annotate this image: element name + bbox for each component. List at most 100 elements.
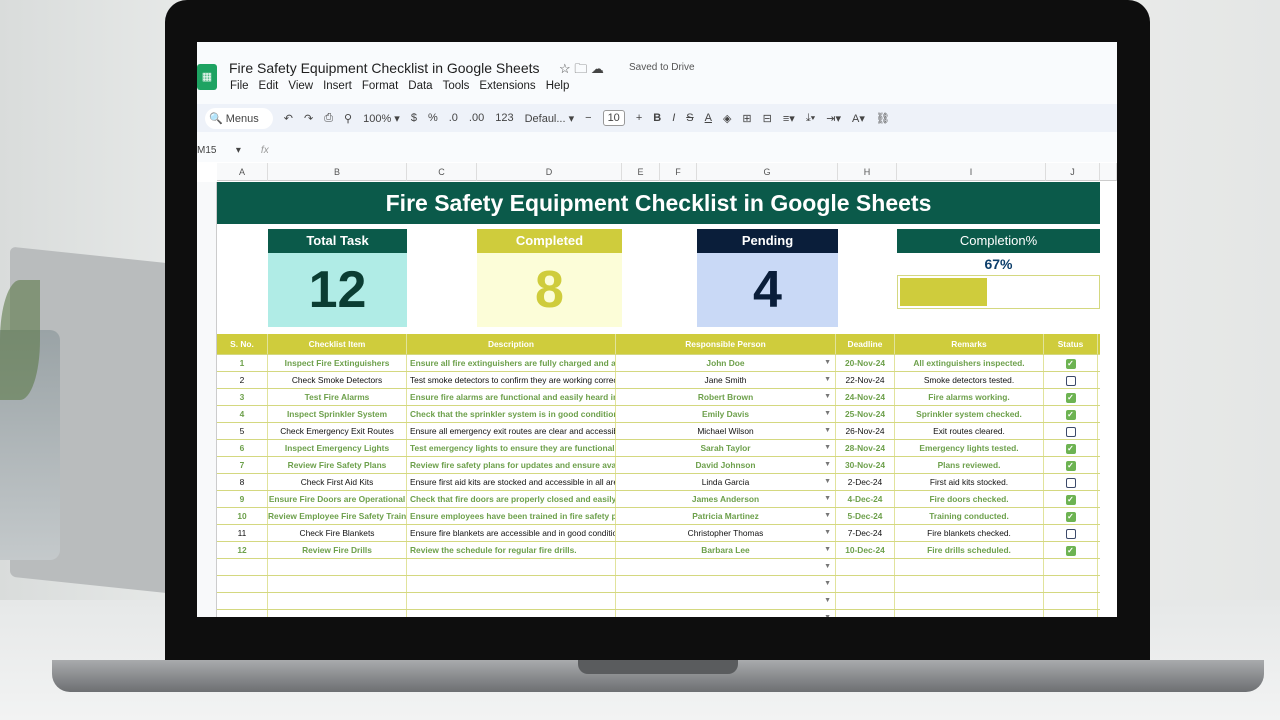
fill-color-icon[interactable]: ◈ bbox=[723, 112, 731, 125]
move-folder-icon[interactable]: 🗀 bbox=[574, 61, 587, 76]
bold-icon[interactable]: B bbox=[653, 112, 661, 124]
status-checkbox[interactable]: ✓ bbox=[1065, 511, 1076, 522]
empty-cell[interactable] bbox=[217, 559, 268, 575]
empty-cell[interactable] bbox=[1044, 610, 1098, 617]
zoom-select[interactable]: 100% ▾ bbox=[363, 112, 400, 125]
print-icon[interactable]: ⎙ bbox=[324, 112, 333, 125]
responsible-person-dropdown[interactable]: John Doe ▼ bbox=[616, 355, 836, 371]
empty-cell[interactable] bbox=[836, 576, 895, 592]
font-select[interactable]: Defaul... ▾ bbox=[525, 112, 575, 125]
column-header[interactable]: E bbox=[622, 163, 660, 181]
responsible-person-dropdown[interactable]: Sarah Taylor ▼ bbox=[616, 440, 836, 456]
text-color-icon[interactable]: A bbox=[705, 112, 712, 124]
dropdown-arrow-icon[interactable]: ▼ bbox=[824, 559, 831, 575]
empty-cell[interactable] bbox=[895, 610, 1044, 617]
borders-icon[interactable]: ⊞ bbox=[742, 112, 751, 125]
status-checkbox[interactable]: ✓ bbox=[1065, 358, 1076, 369]
menu-view[interactable]: View bbox=[288, 80, 313, 92]
name-box[interactable]: M15 ▾ bbox=[197, 145, 241, 156]
empty-cell[interactable]: ▼ bbox=[616, 593, 836, 609]
column-header[interactable]: D bbox=[477, 163, 622, 181]
increase-decimal-button[interactable]: .00 bbox=[469, 112, 484, 124]
responsible-person-dropdown[interactable]: James Anderson ▼ bbox=[616, 491, 836, 507]
dropdown-arrow-icon[interactable]: ▼ bbox=[824, 457, 831, 473]
column-header[interactable]: G bbox=[697, 163, 838, 181]
empty-cell[interactable] bbox=[268, 559, 407, 575]
status-checkbox[interactable] bbox=[1065, 375, 1076, 386]
status-checkbox[interactable]: ✓ bbox=[1065, 460, 1076, 471]
empty-cell[interactable] bbox=[217, 576, 268, 592]
rotate-icon[interactable]: A▾ bbox=[852, 112, 865, 125]
dropdown-arrow-icon[interactable]: ▼ bbox=[824, 372, 831, 388]
currency-button[interactable]: $ bbox=[411, 112, 417, 124]
percent-button[interactable]: % bbox=[428, 112, 438, 124]
menu-extensions[interactable]: Extensions bbox=[479, 80, 535, 92]
status-checkbox[interactable]: ✓ bbox=[1065, 409, 1076, 420]
status-checkbox[interactable]: ✓ bbox=[1065, 443, 1076, 454]
sheets-logo-icon[interactable]: ▦ bbox=[197, 64, 217, 90]
number-format-button[interactable]: 123 bbox=[495, 112, 513, 124]
empty-cell[interactable] bbox=[895, 593, 1044, 609]
dropdown-arrow-icon[interactable]: ▼ bbox=[824, 593, 831, 609]
decrease-decimal-button[interactable]: .0 bbox=[449, 112, 458, 124]
status-checkbox[interactable]: ✓ bbox=[1065, 545, 1076, 556]
strikethrough-icon[interactable]: S bbox=[686, 112, 693, 124]
star-icon[interactable]: ☆ bbox=[559, 61, 571, 76]
empty-cell[interactable] bbox=[836, 559, 895, 575]
responsible-person-dropdown[interactable]: Patricia Martinez ▼ bbox=[616, 508, 836, 524]
empty-cell[interactable] bbox=[895, 576, 1044, 592]
dropdown-arrow-icon[interactable]: ▼ bbox=[824, 508, 831, 524]
empty-cell[interactable] bbox=[895, 559, 1044, 575]
empty-cell[interactable] bbox=[407, 576, 616, 592]
empty-cell[interactable] bbox=[217, 610, 268, 617]
menu-edit[interactable]: Edit bbox=[259, 80, 279, 92]
column-header[interactable]: F bbox=[660, 163, 697, 181]
responsible-person-dropdown[interactable]: Emily Davis ▼ bbox=[616, 406, 836, 422]
valign-icon[interactable]: ⤓▾ bbox=[806, 112, 815, 125]
empty-cell[interactable] bbox=[407, 593, 616, 609]
dropdown-arrow-icon[interactable]: ▼ bbox=[824, 491, 831, 507]
menu-help[interactable]: Help bbox=[546, 80, 570, 92]
status-checkbox[interactable] bbox=[1065, 426, 1076, 437]
column-header[interactable]: C bbox=[407, 163, 477, 181]
empty-cell[interactable] bbox=[268, 610, 407, 617]
menu-format[interactable]: Format bbox=[362, 80, 398, 92]
column-header[interactable] bbox=[1100, 163, 1117, 181]
responsible-person-dropdown[interactable]: David Johnson ▼ bbox=[616, 457, 836, 473]
menu-data[interactable]: Data bbox=[408, 80, 432, 92]
paint-format-icon[interactable]: ⚲ bbox=[344, 112, 352, 125]
redo-icon[interactable]: ↷ bbox=[304, 112, 313, 125]
responsible-person-dropdown[interactable]: Linda Garcia ▼ bbox=[616, 474, 836, 490]
menu-tools[interactable]: Tools bbox=[443, 80, 470, 92]
font-size-decrease[interactable]: − bbox=[585, 112, 591, 124]
document-title[interactable]: Fire Safety Equipment Checklist in Googl… bbox=[229, 60, 540, 76]
responsible-person-dropdown[interactable]: Michael Wilson ▼ bbox=[616, 423, 836, 439]
empty-cell[interactable] bbox=[407, 559, 616, 575]
responsible-person-dropdown[interactable]: Christopher Thomas ▼ bbox=[616, 525, 836, 541]
responsible-person-dropdown[interactable]: Jane Smith ▼ bbox=[616, 372, 836, 388]
dropdown-arrow-icon[interactable]: ▼ bbox=[824, 355, 831, 371]
dropdown-arrow-icon[interactable]: ▼ bbox=[824, 525, 831, 541]
menus-search[interactable]: 🔍 Menus bbox=[205, 107, 273, 129]
column-header[interactable]: I bbox=[897, 163, 1046, 181]
empty-cell[interactable]: ▼ bbox=[616, 559, 836, 575]
dropdown-arrow-icon[interactable]: ▼ bbox=[824, 389, 831, 405]
column-header[interactable]: J bbox=[1046, 163, 1100, 181]
status-checkbox[interactable] bbox=[1065, 477, 1076, 488]
status-checkbox[interactable]: ✓ bbox=[1065, 392, 1076, 403]
menu-file[interactable]: File bbox=[230, 80, 249, 92]
responsible-person-dropdown[interactable]: Barbara Lee ▼ bbox=[616, 542, 836, 558]
dropdown-arrow-icon[interactable]: ▼ bbox=[824, 542, 831, 558]
empty-cell[interactable] bbox=[836, 610, 895, 617]
column-header[interactable]: B bbox=[268, 163, 407, 181]
undo-icon[interactable]: ↶ bbox=[284, 112, 293, 125]
responsible-person-dropdown[interactable]: Robert Brown ▼ bbox=[616, 389, 836, 405]
align-icon[interactable]: ≡▾ bbox=[783, 112, 795, 125]
empty-cell[interactable] bbox=[1044, 559, 1098, 575]
empty-cell[interactable] bbox=[268, 576, 407, 592]
dropdown-arrow-icon[interactable]: ▼ bbox=[824, 406, 831, 422]
font-size-increase[interactable]: + bbox=[636, 112, 642, 124]
empty-cell[interactable]: ▼ bbox=[616, 576, 836, 592]
empty-cell[interactable] bbox=[217, 593, 268, 609]
dropdown-arrow-icon[interactable]: ▼ bbox=[824, 474, 831, 490]
